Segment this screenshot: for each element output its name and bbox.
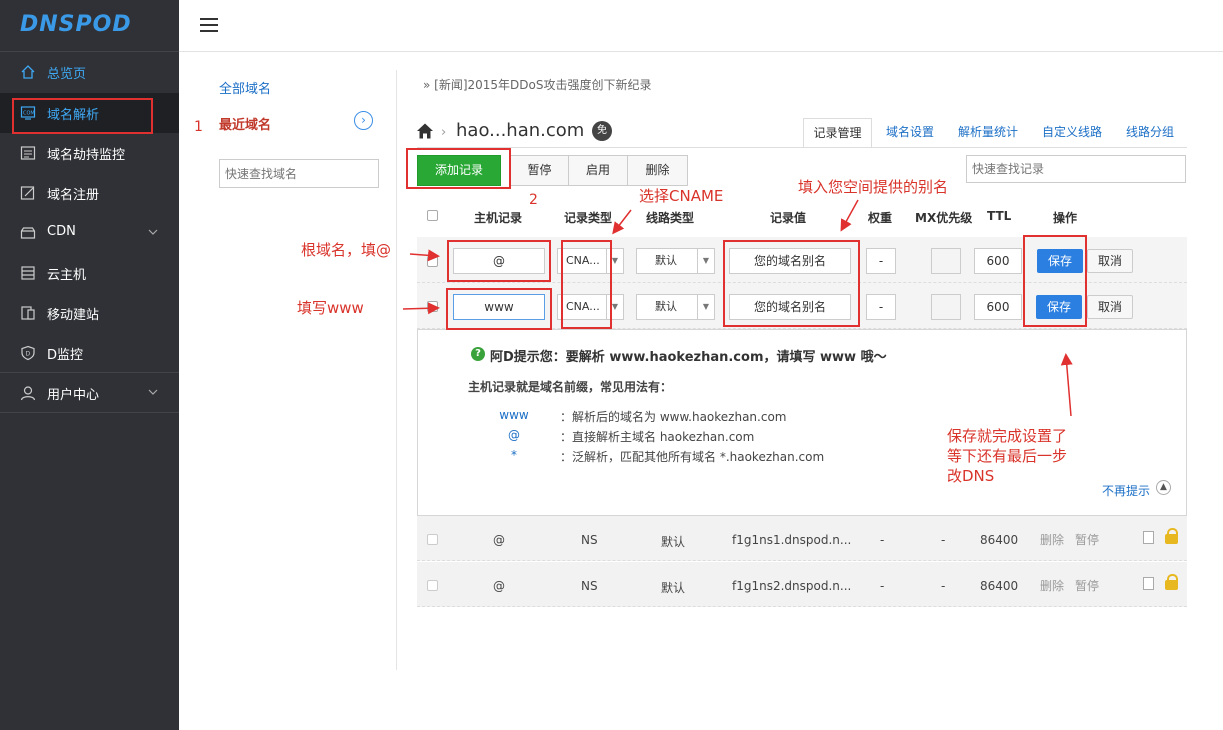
annotation-arrows [402,199,1073,417]
